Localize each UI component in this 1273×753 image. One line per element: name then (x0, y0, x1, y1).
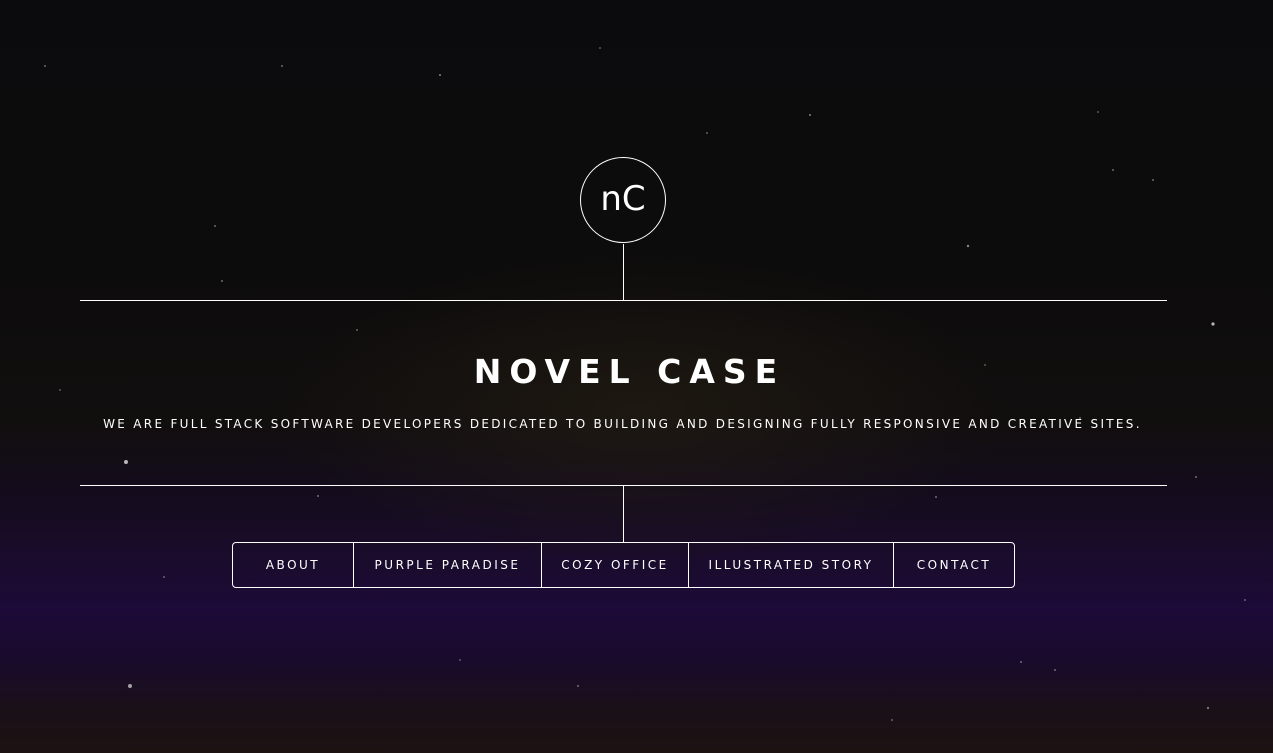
nav-item-illustrated-story[interactable]: ILLUSTRATED STORY (689, 543, 894, 587)
connector-line-bottom (623, 486, 624, 542)
main-nav: ABOUT PURPLE PARADISE COZY OFFICE ILLUST… (232, 542, 1015, 588)
site-title: NOVEL CASE (473, 352, 786, 391)
logo-circle[interactable]: nC (580, 157, 666, 243)
logo-text: nC (600, 179, 646, 219)
site-tagline: WE ARE FULL STACK SOFTWARE DEVELOPERS DE… (103, 417, 1142, 431)
nav-item-cozy-office[interactable]: COZY OFFICE (542, 543, 689, 587)
connector-line-top (623, 244, 624, 301)
divider-top (80, 300, 1167, 301)
nav-item-purple-paradise[interactable]: PURPLE PARADISE (354, 543, 542, 587)
nav-item-about[interactable]: ABOUT (233, 543, 354, 587)
nav-item-contact[interactable]: CONTACT (894, 543, 1014, 587)
